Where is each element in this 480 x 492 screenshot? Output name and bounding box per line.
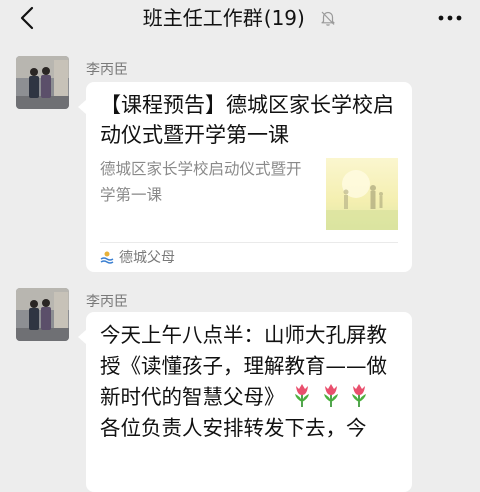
tulip-icon (323, 384, 338, 407)
tulip-icon (295, 384, 310, 407)
message-text-part1: 今天上午八点半：山师大孔屏教授《读懂孩子，理解教育——做新时代的智慧父母》 (100, 323, 387, 409)
avatar[interactable] (16, 288, 69, 341)
card-title: 【课程预告】德城区家长学校启动仪式暨开学第一课 (100, 93, 394, 147)
message-text: 今天上午八点半：山师大孔屏教授《读懂孩子，理解教育——做新时代的智慧父母》 各位… (100, 320, 406, 444)
card-source-name: 德城父母 (119, 250, 175, 266)
avatar[interactable] (16, 56, 69, 109)
card-source[interactable]: 德城父母 (100, 248, 175, 268)
sender-name: 李丙臣 (86, 62, 128, 78)
card-thumbnail (326, 158, 398, 230)
chat-header: 班主任工作群(19) (0, 0, 480, 36)
chat-title: 班主任工作群(19) (0, 4, 480, 32)
sender-name: 李丙臣 (86, 294, 128, 310)
tulip-icon (352, 384, 367, 407)
official-account-icon (100, 251, 114, 264)
bell-off-icon (321, 11, 335, 26)
more-dots-icon[interactable] (436, 6, 464, 30)
message-text-part2: 各位负责人安排转发下去，今 (100, 416, 367, 440)
card-description: 德城区家长学校启动仪式暨开学第一课 (100, 160, 302, 204)
card-divider (100, 242, 398, 243)
link-card[interactable]: 【课程预告】德城区家长学校启动仪式暨开学第一课 德城区家长学校启动仪式暨开学第一… (78, 82, 412, 272)
text-message[interactable]: 今天上午八点半：山师大孔屏教授《读懂孩子，理解教育——做新时代的智慧父母》 各位… (78, 312, 412, 492)
group-name: 班主任工作群 (142, 6, 263, 30)
member-count: (19) (263, 6, 305, 30)
